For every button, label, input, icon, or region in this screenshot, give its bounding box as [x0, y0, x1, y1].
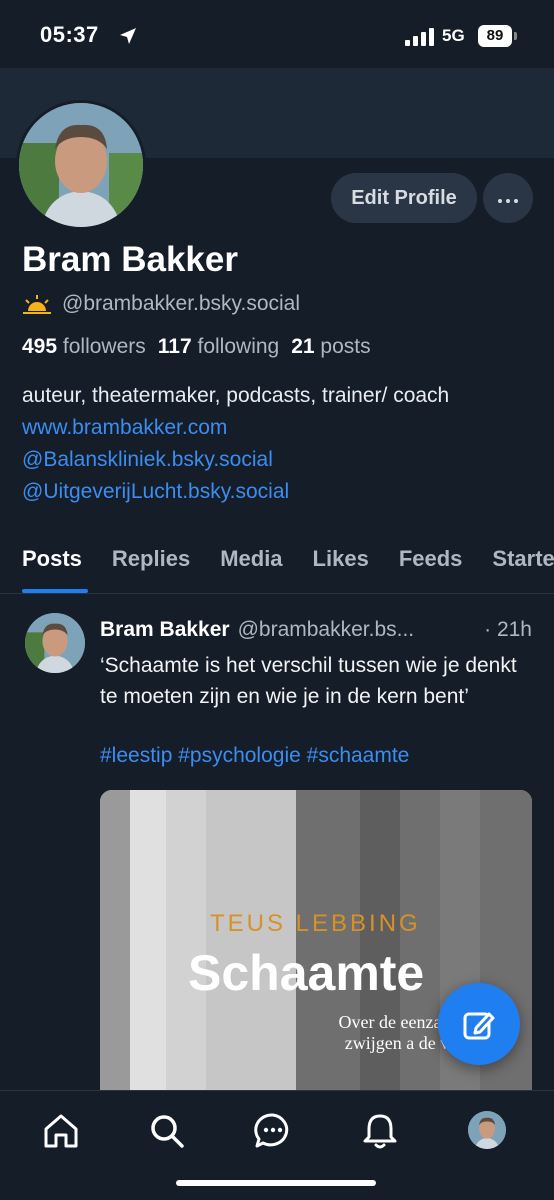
profile-handle-row: @brambakker.bsky.social [22, 292, 300, 316]
post-author-avatar[interactable] [25, 613, 85, 673]
profile-nav-avatar[interactable] [468, 1111, 506, 1149]
home-icon[interactable] [41, 1111, 81, 1151]
post-hashtags[interactable]: #leestip #psychologie #schaamte [100, 744, 409, 768]
battery-tip [514, 32, 517, 40]
profile-stats: 495 followers 117 following 21 posts [22, 335, 371, 359]
post-header: Bram Bakker @brambakker.bs... · 21h [100, 618, 540, 642]
tab-posts[interactable]: Posts [0, 530, 97, 593]
compose-button[interactable] [438, 983, 520, 1065]
more-options-button[interactable] [483, 173, 533, 223]
battery-icon: 89 [478, 25, 512, 47]
status-bar: 05:37 5G 89 [0, 0, 554, 68]
profile-name: Bram Bakker [22, 240, 238, 279]
bio-link-balanskliniek[interactable]: @Balanskliniek.bsky.social [22, 448, 273, 471]
avatar-photo [25, 613, 85, 673]
book-title: Schaamte [188, 945, 425, 1001]
post-text: ‘Schaamte is het verschil tussen wie je … [100, 654, 517, 708]
chat-bubble-icon[interactable] [253, 1111, 293, 1151]
post-author-handle[interactable]: @brambakker.bs... [238, 618, 415, 642]
book-author: TEUS LEBBING [210, 910, 421, 937]
pencil-square-icon [463, 1012, 495, 1039]
bio-link-uitgeverij[interactable]: @UitgeverijLucht.bsky.social [22, 480, 289, 503]
location-arrow-icon [120, 28, 136, 44]
following-stat[interactable]: 117 following [158, 335, 279, 359]
status-time: 05:37 [40, 22, 99, 47]
tab-replies[interactable]: Replies [97, 530, 205, 593]
tab-likes[interactable]: Likes [298, 530, 384, 593]
cellular-signal-icon [405, 28, 434, 46]
profile-handle: @brambakker.bsky.social [62, 292, 301, 315]
tab-media[interactable]: Media [205, 530, 297, 593]
avatar-photo [19, 103, 143, 227]
ellipsis-icon [498, 198, 502, 203]
active-tab-indicator [22, 589, 88, 593]
tab-starter-packs[interactable]: Starter Packs [477, 530, 554, 593]
tab-feeds[interactable]: Feeds [384, 530, 478, 593]
home-indicator [176, 1180, 376, 1186]
bio-link-website[interactable]: www.brambakker.com [22, 416, 227, 439]
edit-profile-button[interactable]: Edit Profile [331, 173, 477, 223]
post-timestamp: · 21h [484, 618, 532, 641]
profile-tabs: Posts Replies Media Likes Feeds Starter … [0, 530, 554, 594]
sunrise-emoji-icon [23, 295, 51, 314]
post-author-name[interactable]: Bram Bakker [100, 618, 230, 642]
search-icon[interactable] [147, 1111, 187, 1151]
network-type: 5G [442, 26, 465, 45]
profile-bio: auteur, theatermaker, podcasts, trainer/… [22, 380, 532, 508]
bio-text: auteur, theatermaker, podcasts, trainer/… [22, 384, 450, 407]
profile-avatar[interactable] [16, 100, 146, 230]
posts-stat: 21 posts [291, 335, 371, 358]
bell-icon[interactable] [360, 1111, 400, 1151]
followers-stat[interactable]: 495 followers [22, 335, 146, 359]
avatar-photo [468, 1111, 506, 1149]
